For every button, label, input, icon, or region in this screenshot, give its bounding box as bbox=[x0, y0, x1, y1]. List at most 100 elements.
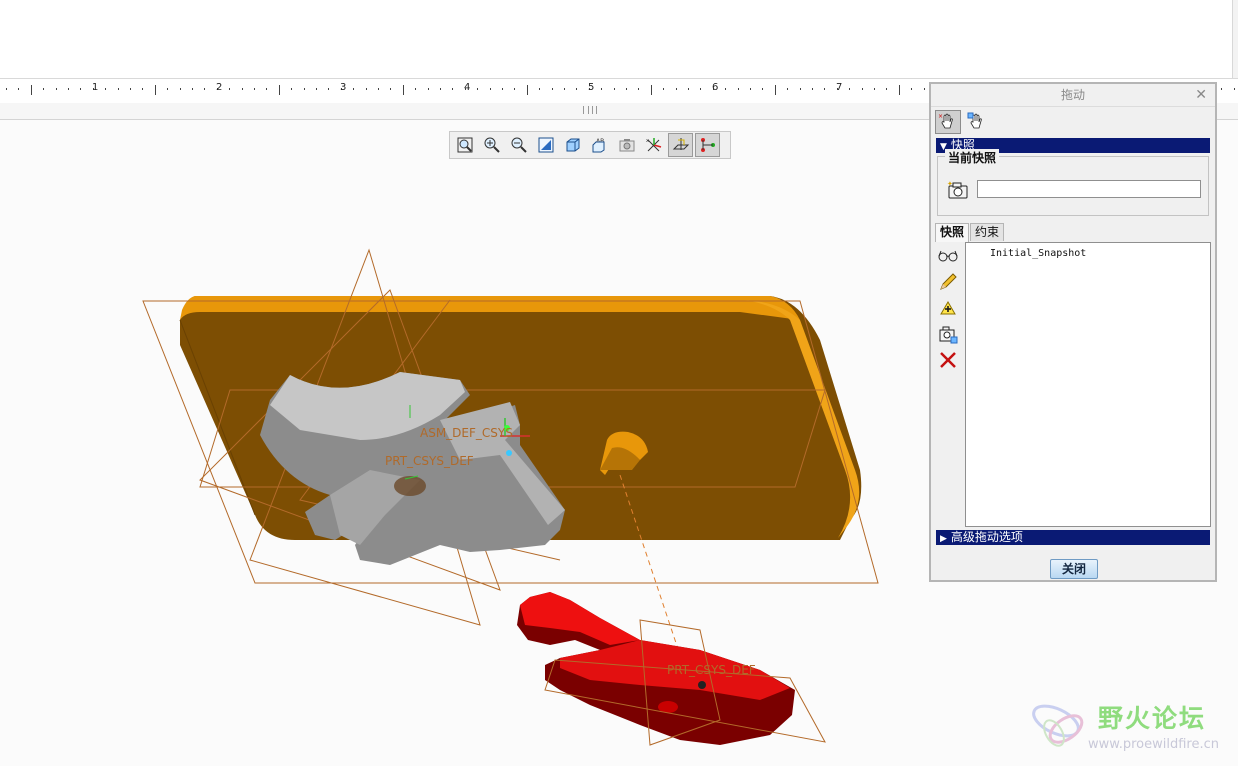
ruler-tick bbox=[80, 88, 82, 90]
ruler-tick bbox=[477, 88, 479, 90]
list-item[interactable]: Initial_Snapshot bbox=[990, 248, 1086, 259]
watermark-logo-icon bbox=[1032, 704, 1084, 747]
csys-label-prt-lever: PRT_CSYS_DEF bbox=[667, 663, 756, 677]
ruler-tick bbox=[849, 88, 851, 90]
ruler-tick bbox=[675, 88, 677, 90]
ruler-tick bbox=[762, 88, 764, 90]
ruler-tick bbox=[886, 88, 888, 90]
ruler-tick bbox=[663, 88, 665, 90]
ruler-number: 6 bbox=[712, 82, 719, 93]
ruler-tick bbox=[192, 88, 193, 90]
ruler-tick bbox=[861, 88, 863, 90]
tab-snapshots[interactable]: 快照 bbox=[935, 223, 970, 242]
ruler-number: 1 bbox=[92, 82, 99, 93]
tab-constraints[interactable]: 约束 bbox=[970, 223, 1005, 241]
ruler-tick bbox=[179, 88, 181, 90]
ruler-tick bbox=[812, 88, 813, 90]
ruler-tick bbox=[750, 88, 751, 90]
ruler-tick bbox=[650, 85, 652, 95]
ruler-tick bbox=[316, 88, 317, 90]
ruler-number: 2 bbox=[216, 82, 223, 93]
ruler-tick bbox=[427, 88, 429, 90]
model-viewport[interactable]: ASM_DEF_CSYS PRT_CSYS_DEF PRT_CSYS_DEF bbox=[0, 120, 930, 763]
expand-right-icon: ▶ bbox=[940, 534, 947, 544]
ruler-tick bbox=[737, 88, 739, 90]
ruler-tick bbox=[68, 88, 69, 90]
drag-point-hand-icon[interactable]: × bbox=[935, 110, 961, 134]
svg-text:✦: ✦ bbox=[947, 180, 953, 188]
ruler-tick bbox=[204, 88, 206, 90]
csys-label-prt-gear: PRT_CSYS_DEF bbox=[385, 454, 474, 468]
ruler-number: 3 bbox=[340, 82, 347, 93]
take-snapshot-camera-icon[interactable]: ✦ bbox=[947, 180, 969, 203]
ruler-tick bbox=[725, 88, 727, 90]
ruler-number: 4 bbox=[464, 82, 471, 93]
snapshot-camera-icon[interactable] bbox=[936, 322, 960, 346]
current-snapshot-label: 当前快照 bbox=[945, 149, 1000, 166]
ruler-tick bbox=[229, 88, 231, 90]
splitter-grip-icon[interactable] bbox=[583, 106, 597, 114]
drag-mode-row: × bbox=[935, 110, 993, 136]
display-snapshot-glasses-icon[interactable] bbox=[936, 244, 960, 268]
ruler-tick bbox=[303, 88, 305, 90]
ruler-tick bbox=[502, 88, 503, 90]
ruler-tick bbox=[564, 88, 565, 90]
ruler-tick bbox=[353, 88, 355, 90]
ruler-tick bbox=[415, 88, 417, 90]
ruler-tick bbox=[824, 88, 826, 90]
ruler-tick bbox=[1221, 88, 1223, 90]
ruler-tick bbox=[43, 88, 45, 90]
ruler-tick bbox=[142, 88, 144, 90]
ruler-tick bbox=[774, 85, 776, 95]
right-edge bbox=[1232, 0, 1238, 78]
ruler-tick bbox=[55, 88, 57, 90]
snapshot-tools bbox=[936, 244, 964, 526]
ruler-tick bbox=[402, 85, 404, 95]
dialog-title: 拖动 ✕ bbox=[931, 84, 1215, 107]
add-snapshot-icon[interactable] bbox=[936, 296, 960, 320]
ruler-tick bbox=[328, 88, 330, 90]
ruler-tick bbox=[117, 88, 119, 90]
ruler-tick bbox=[911, 88, 913, 90]
ruler-tick bbox=[539, 88, 541, 90]
ruler-tick bbox=[601, 88, 603, 90]
ruler-tick bbox=[613, 88, 615, 90]
ruler-tick bbox=[378, 88, 379, 90]
ruler-tick bbox=[291, 88, 293, 90]
current-snapshot-input[interactable] bbox=[977, 180, 1201, 198]
ruler-tick bbox=[638, 88, 640, 90]
ruler-tick bbox=[30, 85, 32, 95]
close-button[interactable]: 关闭 bbox=[1050, 559, 1098, 579]
advanced-drag-options-header[interactable]: ▶ 高级拖动选项 bbox=[936, 530, 1210, 545]
ruler-tick bbox=[489, 88, 491, 90]
ruler-tick bbox=[626, 88, 627, 90]
ruler-tick bbox=[254, 88, 255, 90]
svg-text:×: × bbox=[938, 113, 943, 120]
ruler-tick bbox=[874, 88, 875, 90]
close-icon[interactable]: ✕ bbox=[1195, 84, 1207, 106]
ruler-tick bbox=[787, 88, 789, 90]
snapshot-list[interactable]: Initial_Snapshot bbox=[965, 242, 1211, 527]
ruler-number: 5 bbox=[588, 82, 595, 93]
csys-label-asm: ASM_DEF_CSYS bbox=[420, 426, 513, 440]
drag-body-hand-icon[interactable] bbox=[964, 110, 990, 134]
ruler-tick bbox=[688, 88, 689, 90]
dialog-title-text: 拖动 bbox=[1060, 88, 1085, 102]
watermark-url: www.proewildfire.cn bbox=[1088, 737, 1219, 752]
watermark: 野火论坛 www.proewildfire.cn bbox=[1028, 695, 1238, 763]
ruler-tick bbox=[6, 88, 7, 90]
delete-snapshot-icon[interactable] bbox=[936, 348, 960, 372]
ruler-tick bbox=[576, 88, 578, 90]
ruler-tick bbox=[799, 88, 801, 90]
ruler-tick bbox=[130, 88, 131, 90]
drag-dialog: 拖动 ✕ × ▼ 快照 当前快照 ✦ 快照 约束 Initial_Snapshot… bbox=[929, 82, 1217, 582]
ruler-tick bbox=[551, 88, 553, 90]
ruler-tick bbox=[440, 88, 441, 90]
edit-snapshot-pencil-icon[interactable] bbox=[936, 270, 960, 294]
ruler-tick bbox=[1233, 88, 1235, 90]
ruler-tick bbox=[266, 88, 268, 90]
watermark-title: 野火论坛 bbox=[1098, 704, 1207, 733]
advanced-drag-options-label: 高级拖动选项 bbox=[950, 530, 1023, 544]
ruler-tick bbox=[514, 88, 516, 90]
ruler-tick bbox=[452, 88, 454, 90]
